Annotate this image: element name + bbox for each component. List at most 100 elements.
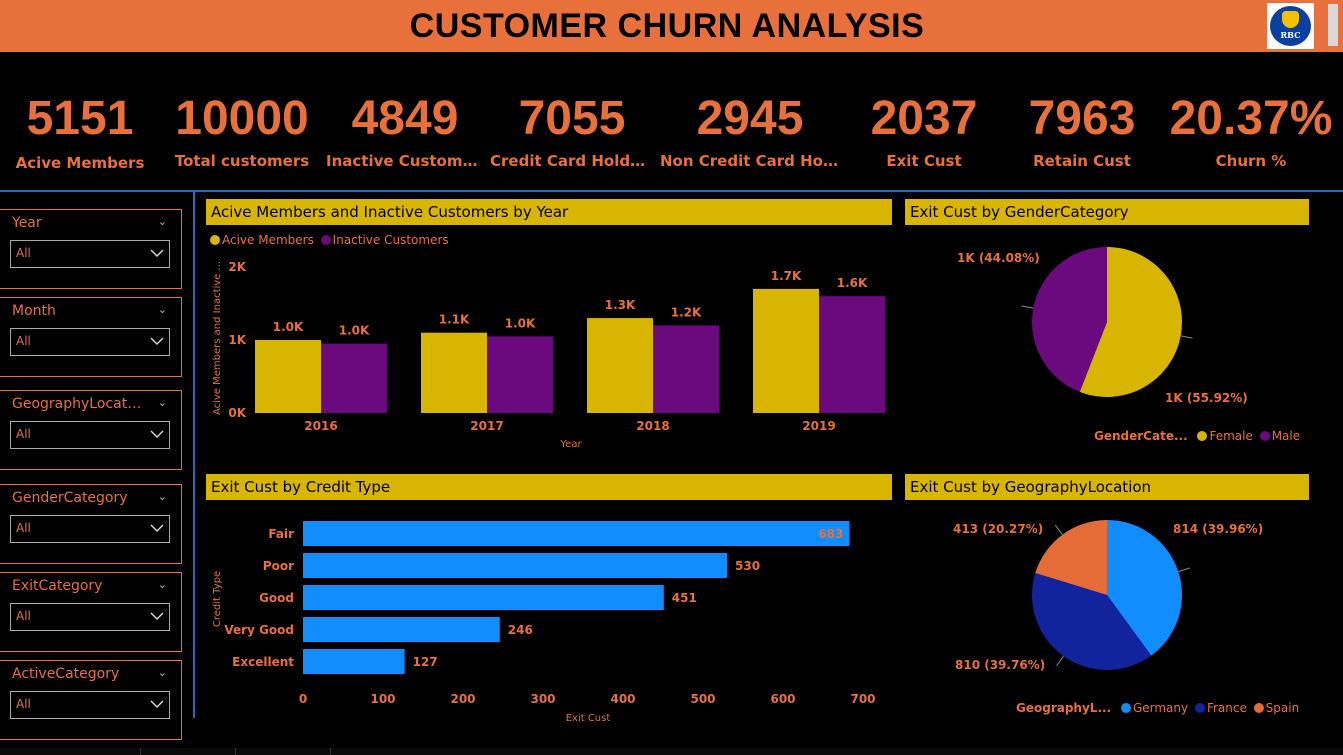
kpi-label: Credit Card Holders bbox=[490, 152, 654, 170]
legend-dot bbox=[1120, 703, 1131, 713]
chevron-down-icon[interactable]: ⌄ bbox=[158, 666, 167, 679]
logo-text: RBC bbox=[1280, 30, 1301, 40]
leader-line bbox=[1021, 305, 1034, 309]
legend-label: Inactive Customers bbox=[332, 233, 449, 247]
bar-inactive-customers bbox=[653, 325, 719, 413]
legend-dot bbox=[1259, 431, 1270, 441]
leader-line bbox=[1180, 335, 1193, 339]
slicer-dropdown[interactable]: All bbox=[10, 515, 170, 543]
bar-credit-type bbox=[303, 617, 500, 642]
slicer-dropdown[interactable]: All bbox=[10, 240, 170, 268]
kpi-non-credit-card-holders: 2945 Non Credit Card Hol... bbox=[660, 88, 840, 178]
bar-credit-type bbox=[303, 585, 664, 610]
kpi-label: Churn % bbox=[1215, 152, 1287, 170]
chart-active-inactive-by-year: 0K 1K 2K Acive Members and Inactive ... 1.0K… bbox=[212, 260, 885, 450]
page-tabs-bar bbox=[0, 748, 1343, 755]
kpi-credit-card-holders: 7055 Credit Card Holders bbox=[490, 88, 654, 178]
x-tick-label: 600 bbox=[770, 692, 795, 706]
kpi-value: 20.37% bbox=[1169, 92, 1333, 145]
x-tick-label: 500 bbox=[690, 692, 715, 706]
chart-title-active-inactive: Acive Members and Inactive Customers by … bbox=[206, 199, 892, 225]
legend-dot bbox=[1197, 431, 1208, 441]
logo-circle: RBC bbox=[1270, 6, 1311, 46]
page-title: CUSTOMER CHURN ANALYSIS bbox=[409, 7, 925, 45]
slicer-title: ActiveCategory bbox=[12, 666, 120, 682]
chart-title-geography: Exit Cust by GeographyLocation bbox=[905, 474, 1309, 500]
x-axis-label: Year bbox=[559, 439, 582, 450]
x-tick-label: 2016 bbox=[304, 419, 337, 433]
header-bar: CUSTOMER CHURN ANALYSIS RBC bbox=[0, 0, 1343, 52]
kpi-value: 7055 bbox=[518, 92, 626, 145]
slicer-value: All bbox=[16, 334, 31, 348]
y-tick-label: Excellent bbox=[232, 655, 294, 669]
leader-line bbox=[1056, 655, 1064, 667]
slicer-dropdown[interactable]: All bbox=[10, 421, 170, 449]
chevron-down-icon[interactable]: ⌄ bbox=[158, 215, 167, 228]
x-tick-label: 700 bbox=[850, 692, 875, 706]
slicer-value: All bbox=[16, 521, 31, 535]
bar-inactive-customers bbox=[487, 336, 553, 413]
bar-inactive-customers bbox=[819, 296, 885, 413]
kpi-inactive-customers: 4849 Inactive Customers bbox=[326, 88, 484, 178]
data-label: 1.0K bbox=[339, 324, 370, 338]
slicer-dropdown[interactable]: All bbox=[10, 691, 170, 719]
slicer-title: GeographyLocati... bbox=[12, 396, 142, 412]
bar-active-members bbox=[587, 318, 653, 413]
slicer-exit[interactable]: ExitCategory ⌄ All bbox=[0, 572, 182, 652]
kpi-value: 10000 bbox=[175, 92, 309, 145]
kpi-value: 4849 bbox=[351, 92, 459, 145]
slicer-year[interactable]: Year ⌄ All bbox=[0, 209, 182, 289]
data-label: 683 bbox=[818, 527, 843, 541]
x-tick-label: 2017 bbox=[470, 419, 503, 433]
slicer-month[interactable]: Month ⌄ All bbox=[0, 297, 182, 377]
slicer-gender[interactable]: GenderCategory ⌄ All bbox=[0, 484, 182, 564]
slicer-dropdown[interactable]: All bbox=[10, 328, 170, 356]
kpi-retain-cust: 7963 Retain Cust bbox=[1018, 88, 1146, 178]
legend-dot bbox=[320, 235, 331, 245]
slicer-value: All bbox=[16, 246, 31, 260]
section-divider bbox=[0, 190, 1343, 192]
chart-exit-by-credit-type: Fair 683 Poor 530 Good 451 Very Good 246 Excelle… bbox=[212, 521, 876, 724]
bar-credit-type bbox=[303, 649, 405, 674]
legend-label: Spain bbox=[1265, 701, 1300, 715]
slicer-title: Month bbox=[12, 303, 56, 319]
kpi-value: 2945 bbox=[696, 92, 804, 145]
chevron-down-icon[interactable]: ⌄ bbox=[158, 578, 167, 591]
x-tick-label: 400 bbox=[610, 692, 635, 706]
chevron-down-icon bbox=[150, 337, 164, 345]
tab-separator bbox=[235, 748, 236, 755]
chart-title-gender: Exit Cust by GenderCategory bbox=[905, 199, 1309, 225]
tab-separator bbox=[140, 748, 141, 755]
x-tick-label: 0 bbox=[299, 692, 307, 706]
chevron-down-icon[interactable]: ⌄ bbox=[158, 396, 167, 409]
data-label: 451 bbox=[672, 591, 697, 605]
chevron-down-icon[interactable]: ⌄ bbox=[158, 490, 167, 503]
x-tick-label: 2018 bbox=[636, 419, 669, 433]
data-label: 1.6K bbox=[837, 276, 868, 290]
legend-label: Male bbox=[1271, 429, 1301, 443]
x-tick-label: 100 bbox=[370, 692, 395, 706]
legend-label: Germany bbox=[1132, 701, 1189, 715]
chart-legend-gender: GenderCate... Female Male bbox=[1094, 429, 1300, 443]
y-tick-label: Poor bbox=[263, 559, 294, 573]
bar-active-members bbox=[753, 288, 819, 413]
bar-credit-type bbox=[303, 553, 727, 578]
header-scroll-handle bbox=[1328, 4, 1338, 46]
slicer-geography[interactable]: GeographyLocati... ⌄ All bbox=[0, 390, 182, 470]
data-label: 1.7K bbox=[771, 269, 802, 283]
chevron-down-icon bbox=[150, 700, 164, 708]
slicer-dropdown[interactable]: All bbox=[10, 603, 170, 631]
slicer-title: Year bbox=[12, 215, 42, 231]
slicer-active[interactable]: ActiveCategory ⌄ All bbox=[0, 660, 182, 740]
x-tick-label: 2019 bbox=[802, 419, 835, 433]
tab-separator bbox=[330, 748, 331, 755]
kpi-label: Acive Members bbox=[15, 154, 145, 172]
kpi-exit-cust: 2037 Exit Cust bbox=[860, 88, 988, 178]
data-label: 1K (55.92%) bbox=[1165, 391, 1248, 405]
chevron-down-icon[interactable]: ⌄ bbox=[158, 303, 167, 316]
y-tick-label: 2K bbox=[228, 260, 246, 274]
kpi-churn-percent: 20.37% Churn % bbox=[1164, 88, 1338, 178]
bar-inactive-customers bbox=[321, 343, 387, 413]
data-label: 530 bbox=[735, 559, 760, 573]
shield-icon bbox=[1282, 11, 1299, 28]
